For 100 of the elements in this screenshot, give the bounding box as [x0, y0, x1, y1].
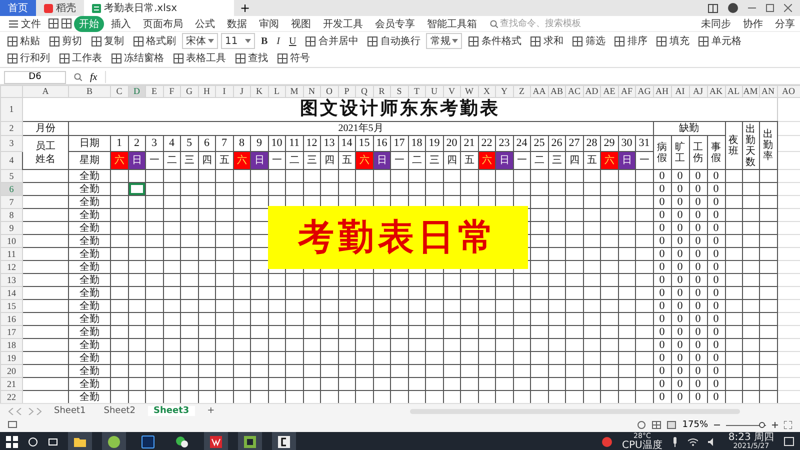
column-header[interactable]: AK — [707, 86, 725, 98]
row-header[interactable]: 1 — [0, 98, 22, 122]
row-header[interactable]: 21 — [0, 378, 22, 390]
column-header[interactable]: W — [460, 86, 478, 98]
row-header[interactable]: 4 — [0, 152, 22, 170]
column-header[interactable]: AA — [530, 86, 548, 98]
browser-tab[interactable]: 考勤表日常.xlsx — [84, 0, 234, 16]
toolbar-button[interactable]: 行和列 — [4, 50, 53, 66]
toolbar-button[interactable]: 填充 — [653, 33, 692, 49]
zoom-slider-thumb[interactable] — [759, 422, 765, 428]
ribbon-tab[interactable]: 会员专享 — [370, 16, 420, 32]
sheet-tab[interactable]: Sheet2 — [98, 406, 142, 416]
row-header[interactable]: 5 — [0, 170, 22, 182]
zoom-level[interactable]: 175% — [682, 420, 708, 430]
function-label[interactable]: fx — [90, 72, 98, 82]
ribbon-tab[interactable]: 页面布局 — [138, 16, 188, 32]
row-header[interactable]: 18 — [0, 338, 22, 352]
column-header[interactable]: AN — [759, 86, 777, 98]
toolbar-button[interactable]: 求和 — [527, 33, 566, 49]
toolbar-button[interactable]: 合并居中 — [302, 33, 362, 49]
toolbar-dropdown[interactable]: 常规 — [426, 33, 462, 49]
column-header[interactable]: M — [286, 86, 303, 98]
row-header[interactable]: 17 — [0, 326, 22, 338]
toolbar-button[interactable]: 格式刷 — [130, 33, 179, 49]
column-header[interactable]: AD — [583, 86, 600, 98]
underline-button[interactable]: U — [286, 33, 300, 49]
column-header[interactable]: N — [303, 86, 320, 98]
toolbar-button[interactable]: 符号 — [274, 50, 313, 66]
ribbon-tab[interactable]: 视图 — [286, 16, 316, 32]
column-header[interactable]: AJ — [689, 86, 707, 98]
toolbar-dropdown[interactable]: 11 — [221, 33, 255, 49]
column-header[interactable]: AC — [566, 86, 583, 98]
ribbon-tab[interactable]: 智能工具箱 — [422, 16, 482, 32]
column-header[interactable]: J — [233, 86, 250, 98]
column-header[interactable]: G — [180, 86, 198, 98]
row-header[interactable]: 19 — [0, 352, 22, 364]
column-header[interactable]: F — [163, 86, 180, 98]
bold-button[interactable]: B — [258, 33, 271, 49]
ribbon-tab[interactable]: 审阅 — [254, 16, 284, 32]
row-header[interactable]: 22 — [0, 390, 22, 403]
toolbar-button[interactable]: 复制 — [88, 33, 127, 49]
selected-cell[interactable] — [128, 182, 146, 196]
name-box[interactable]: D6 — [4, 70, 66, 84]
ribbon-tab[interactable]: 开发工具 — [318, 16, 368, 32]
column-header[interactable]: O — [320, 86, 338, 98]
column-header[interactable]: E — [146, 86, 163, 98]
column-header[interactable]: I — [216, 86, 233, 98]
row-header[interactable]: 14 — [0, 286, 22, 300]
column-header[interactable]: Y — [496, 86, 513, 98]
ribbon-tab[interactable]: 公式 — [190, 16, 220, 32]
column-header[interactable]: H — [198, 86, 216, 98]
toolbar-button[interactable]: 自动换行 — [364, 33, 424, 49]
column-header[interactable]: AM — [742, 86, 759, 98]
column-header[interactable]: Z — [513, 86, 530, 98]
row-header[interactable]: 8 — [0, 208, 22, 222]
column-header[interactable]: Q — [356, 86, 373, 98]
row-header[interactable]: 20 — [0, 364, 22, 378]
column-header[interactable]: AF — [618, 86, 636, 98]
column-header[interactable]: AE — [600, 86, 618, 98]
column-header[interactable]: V — [443, 86, 460, 98]
column-header[interactable]: L — [268, 86, 286, 98]
sheet-tab[interactable]: Sheet1 — [48, 406, 92, 416]
row-header[interactable]: 12 — [0, 260, 22, 274]
toolbar-button[interactable]: 冻结窗格 — [108, 50, 167, 66]
row-header[interactable]: 13 — [0, 274, 22, 286]
ribbon-tab[interactable]: 数据 — [222, 16, 252, 32]
column-header[interactable]: P — [338, 86, 356, 98]
column-header[interactable]: AO — [777, 86, 800, 98]
column-header[interactable]: D — [128, 86, 146, 98]
browser-tab[interactable]: 稻壳 — [36, 0, 84, 16]
toolbar-dropdown[interactable]: 宋体 — [182, 33, 218, 49]
toolbar-button[interactable]: 查找 — [232, 50, 271, 66]
sheet-tab[interactable]: Sheet3 — [148, 406, 196, 416]
header-action-button[interactable]: 协作 — [738, 16, 768, 32]
add-sheet-button[interactable]: + — [201, 406, 221, 416]
row-header[interactable]: 10 — [0, 234, 22, 248]
browser-tab[interactable]: 首页 — [0, 0, 36, 16]
italic-button[interactable]: I — [274, 33, 284, 49]
column-header[interactable]: AB — [548, 86, 566, 98]
new-tab-button[interactable]: + — [234, 0, 256, 16]
header-action-button[interactable]: 未同步 — [696, 16, 736, 32]
row-header[interactable]: 11 — [0, 248, 22, 260]
column-header[interactable]: T — [408, 86, 426, 98]
row-header[interactable]: 16 — [0, 312, 22, 326]
column-header[interactable]: AI — [671, 86, 689, 98]
toolbar-button[interactable]: 条件格式 — [465, 33, 524, 49]
file-menu[interactable]: 文件 — [4, 16, 46, 32]
column-header[interactable]: A — [22, 86, 68, 98]
row-header[interactable]: 9 — [0, 222, 22, 234]
row-header[interactable]: 6 — [0, 182, 22, 196]
column-header[interactable]: AL — [725, 86, 742, 98]
toolbar-button[interactable]: 剪切 — [46, 33, 85, 49]
toolbar-button[interactable]: 筛选 — [569, 33, 608, 49]
column-header[interactable]: C — [110, 86, 128, 98]
header-action-button[interactable]: 分享 — [770, 16, 800, 32]
column-header[interactable]: S — [390, 86, 408, 98]
row-header[interactable]: 7 — [0, 196, 22, 208]
row-header[interactable]: 15 — [0, 300, 22, 312]
row-header[interactable]: 3 — [0, 136, 22, 152]
column-header[interactable]: AG — [636, 86, 653, 98]
